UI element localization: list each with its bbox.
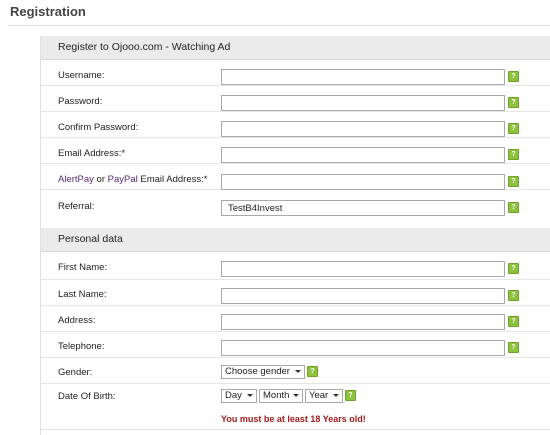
personal-section-title: Personal data bbox=[58, 233, 123, 245]
registration-form: Register to Ojooo.com - Watching Ad User… bbox=[40, 36, 550, 435]
referral-input[interactable] bbox=[221, 200, 505, 216]
email-label: Email Address:* bbox=[58, 148, 126, 159]
chevron-down-icon bbox=[333, 394, 339, 397]
telephone-row: Telephone: ? bbox=[41, 332, 550, 358]
help-question-icon[interactable]: ? bbox=[508, 123, 519, 134]
referral-row: Referral: ? bbox=[41, 190, 550, 224]
age-warning: You must be at least 18 Years old! bbox=[221, 414, 366, 424]
help-question-icon[interactable]: ? bbox=[508, 316, 519, 327]
account-section-title: Register to Ojooo.com - Watching Ad bbox=[58, 41, 231, 53]
payout-email-label-rest: Email Address:* bbox=[137, 174, 208, 185]
help-question-icon[interactable]: ? bbox=[508, 342, 519, 353]
dob-month-value: Month bbox=[263, 390, 290, 401]
chevron-down-icon bbox=[295, 370, 301, 373]
username-label: Username: bbox=[58, 70, 105, 81]
dob-day-value: Day bbox=[225, 390, 242, 401]
gender-row: Gender: Choose gender ? bbox=[41, 358, 550, 384]
payout-email-row: AlertPay or PayPal Email Address:* ? bbox=[41, 164, 550, 190]
referral-label: Referral: bbox=[58, 201, 95, 212]
email-row: Email Address:* ? bbox=[41, 138, 550, 164]
or-text: or bbox=[93, 174, 108, 185]
password-input[interactable] bbox=[221, 95, 505, 111]
address-row: Address: ? bbox=[41, 306, 550, 332]
help-question-icon[interactable]: ? bbox=[508, 176, 519, 187]
dob-label: Date Of Birth: bbox=[58, 391, 116, 402]
title-divider bbox=[8, 25, 550, 26]
dob-month-select[interactable]: Month bbox=[259, 389, 303, 403]
confirm-password-label: Confirm Password: bbox=[58, 122, 139, 133]
password-label: Password: bbox=[58, 96, 103, 107]
payout-email-input[interactable] bbox=[221, 174, 505, 190]
address-input[interactable] bbox=[221, 314, 505, 330]
page-title: Registration bbox=[10, 4, 86, 19]
confirm-password-row: Confirm Password: ? bbox=[41, 112, 550, 138]
help-question-icon[interactable]: ? bbox=[508, 71, 519, 82]
dob-year-value: Year bbox=[309, 390, 329, 401]
help-question-icon[interactable]: ? bbox=[508, 149, 519, 160]
email-input[interactable] bbox=[221, 147, 505, 163]
paypal-link[interactable]: PayPal bbox=[108, 174, 138, 185]
dob-year-select[interactable]: Year bbox=[305, 389, 343, 403]
last-name-row: Last Name: ? bbox=[41, 280, 550, 306]
chevron-down-icon bbox=[293, 394, 299, 397]
help-question-icon[interactable]: ? bbox=[345, 390, 356, 401]
help-question-icon[interactable]: ? bbox=[508, 263, 519, 274]
help-question-icon[interactable]: ? bbox=[508, 97, 519, 108]
help-question-icon[interactable]: ? bbox=[508, 290, 519, 301]
telephone-input[interactable] bbox=[221, 340, 505, 356]
help-question-icon[interactable]: ? bbox=[508, 202, 519, 213]
gender-label: Gender: bbox=[58, 367, 93, 378]
payout-email-label: AlertPay or PayPal Email Address:* bbox=[58, 174, 207, 185]
gender-select-value: Choose gender bbox=[225, 366, 290, 377]
help-question-icon[interactable]: ? bbox=[307, 366, 318, 377]
password-row: Password: ? bbox=[41, 86, 550, 112]
gender-select[interactable]: Choose gender bbox=[221, 365, 305, 379]
username-input[interactable] bbox=[221, 69, 505, 85]
chevron-down-icon bbox=[247, 394, 253, 397]
username-row: Username: ? bbox=[41, 60, 550, 86]
account-section-header: Register to Ojooo.com - Watching Ad bbox=[41, 36, 550, 60]
confirm-password-input[interactable] bbox=[221, 121, 505, 137]
first-name-label: First Name: bbox=[58, 262, 108, 273]
alertpay-link[interactable]: AlertPay bbox=[58, 174, 94, 185]
last-name-input[interactable] bbox=[221, 288, 505, 304]
dob-day-select[interactable]: Day bbox=[221, 389, 257, 403]
personal-section-header: Personal data bbox=[41, 228, 550, 252]
telephone-label: Telephone: bbox=[58, 341, 105, 352]
address-label: Address: bbox=[58, 315, 96, 326]
last-name-label: Last Name: bbox=[58, 289, 107, 300]
first-name-row: First Name: ? bbox=[41, 252, 550, 280]
first-name-input[interactable] bbox=[221, 261, 505, 277]
dob-row: Date Of Birth: Day Month Year ? You must… bbox=[41, 384, 550, 430]
